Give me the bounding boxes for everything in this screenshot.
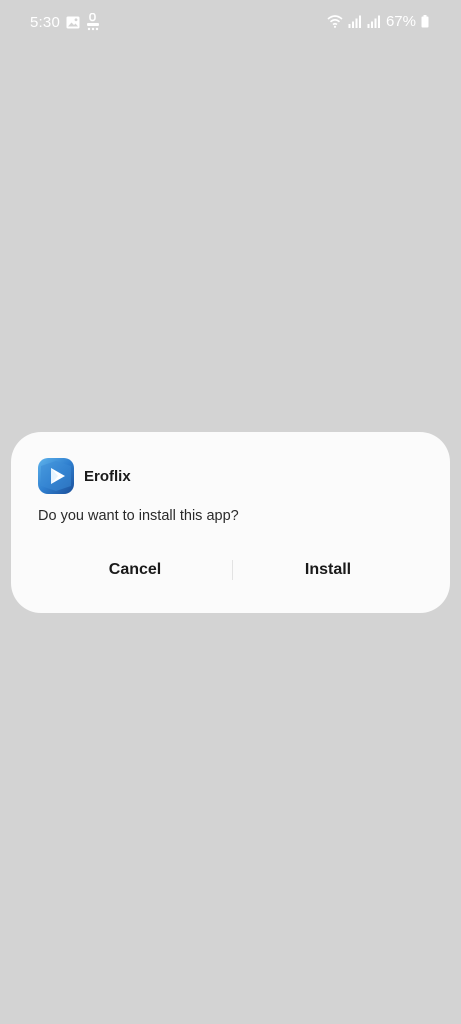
signal-icon [348,15,362,28]
install-question: Do you want to install this app? [38,508,239,524]
button-row: Cancel Install [11,556,450,584]
usb-debug-icon [86,12,100,31]
app-name: Eroflix [84,467,131,485]
status-time: 5:30 [30,13,60,31]
install-dialog: Eroflix Do you want to install this app?… [11,432,450,613]
status-left: 5:30 [30,12,100,31]
wifi-icon [327,15,343,28]
gallery-icon [66,16,80,29]
button-divider [232,560,233,580]
status-bar: 5:30 67% [0,0,461,44]
battery-percent: 67% [385,13,416,30]
app-header: Eroflix [38,458,131,494]
battery-icon [421,15,429,28]
cancel-button[interactable]: Cancel [45,556,225,584]
signal-icon [367,15,381,28]
install-button[interactable]: Install [238,556,418,584]
status-right: 67% [327,13,429,30]
play-icon [38,458,74,494]
